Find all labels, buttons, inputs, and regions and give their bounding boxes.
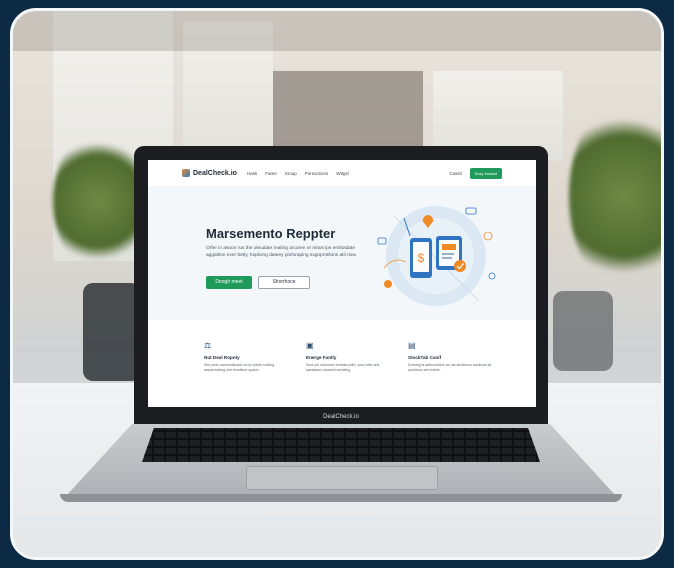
feature-desc: Sunt psi carounes ernlase pdtn, your tot… (306, 363, 380, 372)
logo-icon (182, 169, 190, 177)
feature-title: StockTab Canif (408, 355, 442, 360)
feature-title: Energe Fantly (306, 355, 337, 360)
nav-item-2[interactable]: Fame (265, 171, 277, 176)
check-badge-icon (454, 260, 466, 272)
hero-primary-button[interactable]: Deoglr meet (206, 276, 252, 289)
chair-left (83, 283, 141, 381)
plant-right (569, 101, 661, 291)
nav-item-3[interactable]: Sroup (285, 171, 297, 176)
nav-cancel-link[interactable]: Cassit (449, 171, 462, 176)
site-logo[interactable]: DealCheck.io (193, 170, 237, 177)
nav-item-1[interactable]: Hasti (247, 171, 257, 176)
feature-desc: Sint pees sammotionsot ort tp sobeit rou… (204, 363, 276, 372)
feature-card: ▤ StockTab Canif Donung is aathocnkem an… (408, 342, 494, 373)
feature-card: ▣ Energe Fantly Sunt psi carounes ernlas… (306, 342, 392, 373)
laptop-front-edge (60, 494, 622, 502)
feature-card: ⚖ Nut Deal Ropnty Sint pees sammotionsot… (204, 342, 290, 373)
laptop-screen: DealCheck.io Hasti Fame Sroup Porsoction… (148, 160, 536, 407)
hero-secondary-button[interactable]: Shorrhoce (258, 276, 310, 289)
chair-right (553, 291, 613, 371)
feature-icon: ▤ (408, 341, 416, 350)
feature-desc: Donung is aathocnkem an ust aeollenco an… (408, 363, 492, 372)
feature-title: Nut Deal Ropnty (204, 355, 240, 360)
nav-item-4[interactable]: Porsoctions (305, 171, 329, 176)
background-ceiling (13, 11, 661, 51)
hero-illustration: $ (377, 206, 496, 306)
laptop-brand-label: DealCheck.io (323, 414, 359, 420)
hero-section: Marsemento Reppter Orfer in asoon rus th… (148, 186, 536, 320)
svg-text:$: $ (418, 251, 425, 265)
laptop-trackpad (246, 466, 438, 490)
feature-icon: ▣ (306, 341, 314, 350)
laptop-keyboard (142, 428, 540, 462)
rocket-icon (423, 215, 433, 225)
site-navbar: DealCheck.io Hasti Fame Sroup Porsoction… (148, 160, 536, 187)
hero-title: Marsemento Reppter (206, 226, 336, 241)
features-section: ⚖ Nut Deal Ropnty Sint pees sammotionsot… (148, 320, 536, 407)
plant-left (53, 131, 143, 271)
feature-icon: ⚖ (204, 341, 212, 350)
hero-body: Orfer in asoon rus the oleudate realing … (206, 246, 357, 258)
nav-cta-button[interactable]: Eazy bvwisd (469, 167, 502, 179)
nav-item-5[interactable]: Wttgsl (336, 171, 349, 176)
